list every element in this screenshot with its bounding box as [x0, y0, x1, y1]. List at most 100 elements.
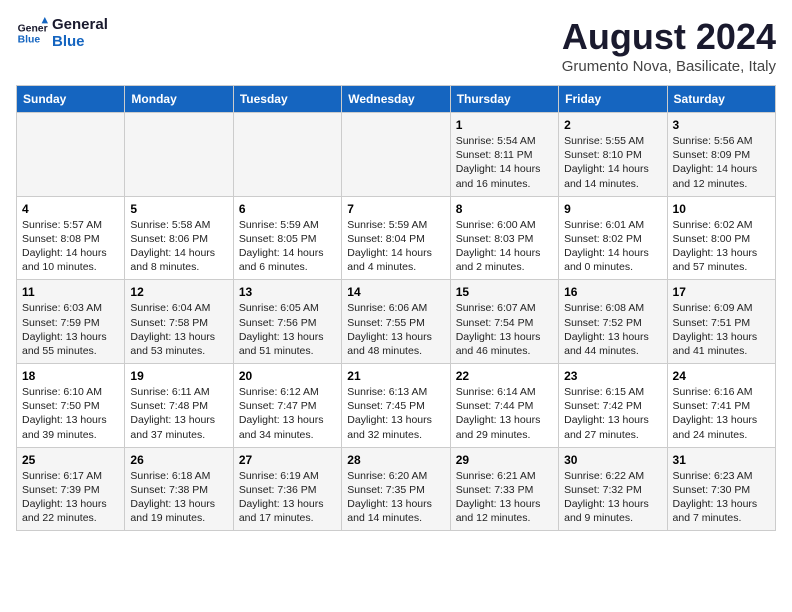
day-info: Sunrise: 6:13 AM Sunset: 7:45 PM Dayligh… [347, 385, 444, 442]
day-number: 3 [673, 118, 770, 132]
day-number: 14 [347, 285, 444, 299]
header-cell-sunday: Sunday [17, 86, 125, 113]
day-number: 8 [456, 202, 553, 216]
week-row-2: 11 Sunrise: 6:03 AM Sunset: 7:59 PM Dayli… [17, 280, 776, 364]
day-number: 11 [22, 285, 119, 299]
calendar-cell: 6Sunrise: 5:59 AM Sunset: 8:05 PM Daylig… [233, 196, 341, 280]
calendar-header-row: SundayMondayTuesdayWednesdayThursdayFrid… [17, 86, 776, 113]
day-number: 15 [456, 285, 553, 299]
calendar-cell: 19 Sunrise: 6:11 AM Sunset: 7:48 PM Dayli… [125, 364, 233, 448]
day-info: Sunrise: 6:23 AM Sunset: 7:30 PM Dayligh… [673, 469, 770, 526]
day-info: Sunrise: 5:59 AM Sunset: 8:04 PM Dayligh… [347, 218, 444, 275]
calendar-cell: 15 Sunrise: 6:07 AM Sunset: 7:54 PM Dayli… [450, 280, 558, 364]
day-number: 31 [673, 453, 770, 467]
calendar-cell: 24Sunrise: 6:16 AM Sunset: 7:41 PM Dayli… [667, 364, 775, 448]
day-info: Sunrise: 6:19 AM Sunset: 7:36 PM Dayligh… [239, 469, 336, 526]
calendar-cell: 11 Sunrise: 6:03 AM Sunset: 7:59 PM Dayli… [17, 280, 125, 364]
calendar-cell: 4 Sunrise: 5:57 AM Sunset: 8:08 PM Daylig… [17, 196, 125, 280]
calendar-cell: 5 Sunrise: 5:58 AM Sunset: 8:06 PM Daylig… [125, 196, 233, 280]
header-cell-saturday: Saturday [667, 86, 775, 113]
day-number: 30 [564, 453, 661, 467]
month-title: August 2024 [562, 16, 776, 58]
calendar-cell [233, 113, 341, 197]
day-number: 20 [239, 369, 336, 383]
calendar-cell: 10 Sunrise: 6:02 AM Sunset: 8:00 PM Dayli… [667, 196, 775, 280]
calendar-cell: 28 Sunrise: 6:20 AM Sunset: 7:35 PM Dayli… [342, 447, 450, 531]
week-row-0: 1 Sunrise: 5:54 AM Sunset: 8:11 PM Daylig… [17, 113, 776, 197]
header-cell-thursday: Thursday [450, 86, 558, 113]
calendar-cell [342, 113, 450, 197]
day-number: 16 [564, 285, 661, 299]
day-info: Sunrise: 5:55 AM Sunset: 8:10 PM Dayligh… [564, 134, 661, 191]
logo-general: General [52, 16, 108, 33]
day-info: Sunrise: 6:15 AM Sunset: 7:42 PM Dayligh… [564, 385, 661, 442]
day-number: 28 [347, 453, 444, 467]
day-number: 21 [347, 369, 444, 383]
calendar-cell: 1 Sunrise: 5:54 AM Sunset: 8:11 PM Daylig… [450, 113, 558, 197]
day-number: 12 [130, 285, 227, 299]
calendar-cell: 20 Sunrise: 6:12 AM Sunset: 7:47 PM Dayli… [233, 364, 341, 448]
day-info: Sunrise: 6:00 AM Sunset: 8:03 PM Dayligh… [456, 218, 553, 275]
day-info: Sunrise: 6:11 AM Sunset: 7:48 PM Dayligh… [130, 385, 227, 442]
calendar-cell: 3Sunrise: 5:56 AM Sunset: 8:09 PM Daylig… [667, 113, 775, 197]
day-number: 5 [130, 202, 227, 216]
day-info: Sunrise: 6:05 AM Sunset: 7:56 PM Dayligh… [239, 301, 336, 358]
day-info: Sunrise: 6:06 AM Sunset: 7:55 PM Dayligh… [347, 301, 444, 358]
day-number: 17 [673, 285, 770, 299]
location-title: Grumento Nova, Basilicate, Italy [562, 58, 776, 75]
calendar-cell: 31 Sunrise: 6:23 AM Sunset: 7:30 PM Dayli… [667, 447, 775, 531]
calendar-cell: 26Sunrise: 6:18 AM Sunset: 7:38 PM Dayli… [125, 447, 233, 531]
svg-text:Blue: Blue [18, 35, 41, 46]
calendar-cell: 9Sunrise: 6:01 AM Sunset: 8:02 PM Daylig… [559, 196, 667, 280]
calendar-cell: 17Sunrise: 6:09 AM Sunset: 7:51 PM Dayli… [667, 280, 775, 364]
calendar-cell: 18 Sunrise: 6:10 AM Sunset: 7:50 PM Dayli… [17, 364, 125, 448]
calendar-cell: 25Sunrise: 6:17 AM Sunset: 7:39 PM Dayli… [17, 447, 125, 531]
header: General Blue General Blue August 2024 Gr… [16, 16, 776, 75]
day-info: Sunrise: 6:04 AM Sunset: 7:58 PM Dayligh… [130, 301, 227, 358]
calendar-cell: 14 Sunrise: 6:06 AM Sunset: 7:55 PM Dayli… [342, 280, 450, 364]
day-number: 22 [456, 369, 553, 383]
day-info: Sunrise: 6:17 AM Sunset: 7:39 PM Dayligh… [22, 469, 119, 526]
calendar-cell: 30 Sunrise: 6:22 AM Sunset: 7:32 PM Dayli… [559, 447, 667, 531]
day-number: 4 [22, 202, 119, 216]
calendar-cell [125, 113, 233, 197]
calendar-cell: 7 Sunrise: 5:59 AM Sunset: 8:04 PM Daylig… [342, 196, 450, 280]
day-number: 27 [239, 453, 336, 467]
day-info: Sunrise: 6:07 AM Sunset: 7:54 PM Dayligh… [456, 301, 553, 358]
week-row-4: 25Sunrise: 6:17 AM Sunset: 7:39 PM Dayli… [17, 447, 776, 531]
day-info: Sunrise: 6:03 AM Sunset: 7:59 PM Dayligh… [22, 301, 119, 358]
calendar-cell: 27 Sunrise: 6:19 AM Sunset: 7:36 PM Dayli… [233, 447, 341, 531]
day-info: Sunrise: 6:14 AM Sunset: 7:44 PM Dayligh… [456, 385, 553, 442]
calendar-cell: 12 Sunrise: 6:04 AM Sunset: 7:58 PM Dayli… [125, 280, 233, 364]
calendar-body: 1 Sunrise: 5:54 AM Sunset: 8:11 PM Daylig… [17, 113, 776, 531]
day-info: Sunrise: 5:58 AM Sunset: 8:06 PM Dayligh… [130, 218, 227, 275]
day-info: Sunrise: 6:20 AM Sunset: 7:35 PM Dayligh… [347, 469, 444, 526]
calendar-cell: 29Sunrise: 6:21 AM Sunset: 7:33 PM Dayli… [450, 447, 558, 531]
header-cell-wednesday: Wednesday [342, 86, 450, 113]
day-number: 19 [130, 369, 227, 383]
day-number: 10 [673, 202, 770, 216]
day-number: 24 [673, 369, 770, 383]
title-area: August 2024 Grumento Nova, Basilicate, I… [562, 16, 776, 75]
logo-blue: Blue [52, 33, 108, 50]
calendar-cell: 13Sunrise: 6:05 AM Sunset: 7:56 PM Dayli… [233, 280, 341, 364]
day-info: Sunrise: 6:02 AM Sunset: 8:00 PM Dayligh… [673, 218, 770, 275]
calendar-cell: 8 Sunrise: 6:00 AM Sunset: 8:03 PM Daylig… [450, 196, 558, 280]
calendar-cell: 23 Sunrise: 6:15 AM Sunset: 7:42 PM Dayli… [559, 364, 667, 448]
week-row-3: 18 Sunrise: 6:10 AM Sunset: 7:50 PM Dayli… [17, 364, 776, 448]
day-info: Sunrise: 6:22 AM Sunset: 7:32 PM Dayligh… [564, 469, 661, 526]
day-info: Sunrise: 6:12 AM Sunset: 7:47 PM Dayligh… [239, 385, 336, 442]
day-number: 26 [130, 453, 227, 467]
calendar-cell: 2Sunrise: 5:55 AM Sunset: 8:10 PM Daylig… [559, 113, 667, 197]
calendar-cell: 16Sunrise: 6:08 AM Sunset: 7:52 PM Dayli… [559, 280, 667, 364]
day-info: Sunrise: 5:57 AM Sunset: 8:08 PM Dayligh… [22, 218, 119, 275]
day-info: Sunrise: 5:54 AM Sunset: 8:11 PM Dayligh… [456, 134, 553, 191]
day-info: Sunrise: 6:10 AM Sunset: 7:50 PM Dayligh… [22, 385, 119, 442]
day-number: 9 [564, 202, 661, 216]
day-number: 7 [347, 202, 444, 216]
day-number: 23 [564, 369, 661, 383]
day-number: 18 [22, 369, 119, 383]
day-number: 1 [456, 118, 553, 132]
calendar-cell [17, 113, 125, 197]
week-row-1: 4 Sunrise: 5:57 AM Sunset: 8:08 PM Daylig… [17, 196, 776, 280]
